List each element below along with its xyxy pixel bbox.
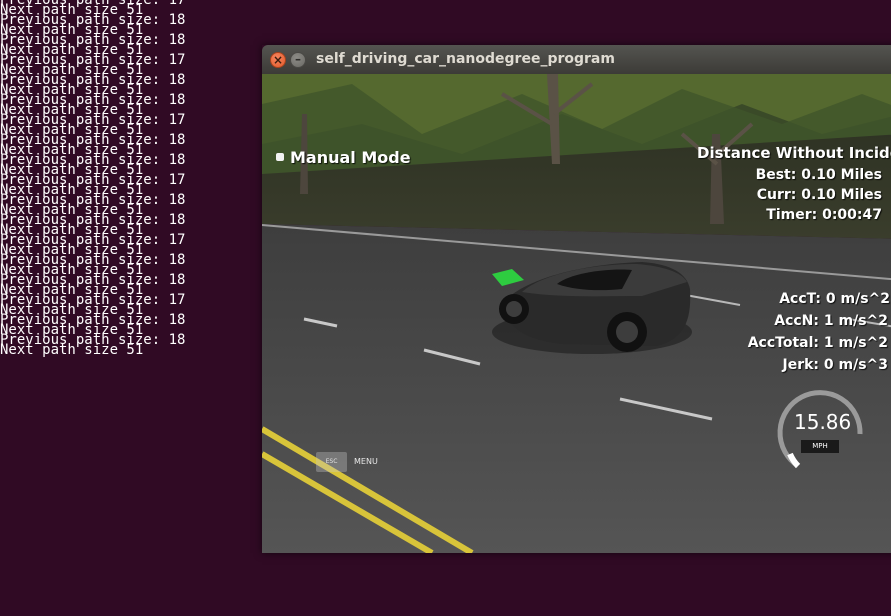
best-distance: Best: 0.10 Miles [755,167,882,183]
simulator-viewport[interactable]: Manual Mode Distance Without Incident Be… [262,74,891,553]
acct-readout: AccT: 0 m/s^2 [779,291,890,307]
speed-unit: MPH [801,440,839,453]
esc-key-button[interactable]: ESC [316,452,347,472]
simulator-window: × – self_driving_car_nanodegree_program [262,45,891,553]
manual-mode-checkbox[interactable] [276,153,284,161]
close-button[interactable]: × [270,52,286,68]
menu-label: MENU [354,457,378,466]
speed-value: 15.86 [794,410,852,434]
jerk-readout: Jerk: 0 m/s^3 [782,357,888,373]
distance-title: Distance Without Incident [697,144,891,162]
acctotal-readout: AccTotal: 1 m/s^2 [747,335,888,351]
accn-readout: AccN: 1 m/s^2 [774,313,888,329]
manual-mode-label: Manual Mode [290,148,411,167]
current-distance: Curr: 0.10 Miles [756,187,882,203]
minimize-button[interactable]: – [290,52,306,68]
window-title: self_driving_car_nanodegree_program [316,51,615,67]
timer: Timer: 0:00:47 [766,207,882,223]
manual-mode-toggle[interactable]: Manual Mode [276,148,411,167]
window-titlebar[interactable]: × – self_driving_car_nanodegree_program [262,45,891,74]
